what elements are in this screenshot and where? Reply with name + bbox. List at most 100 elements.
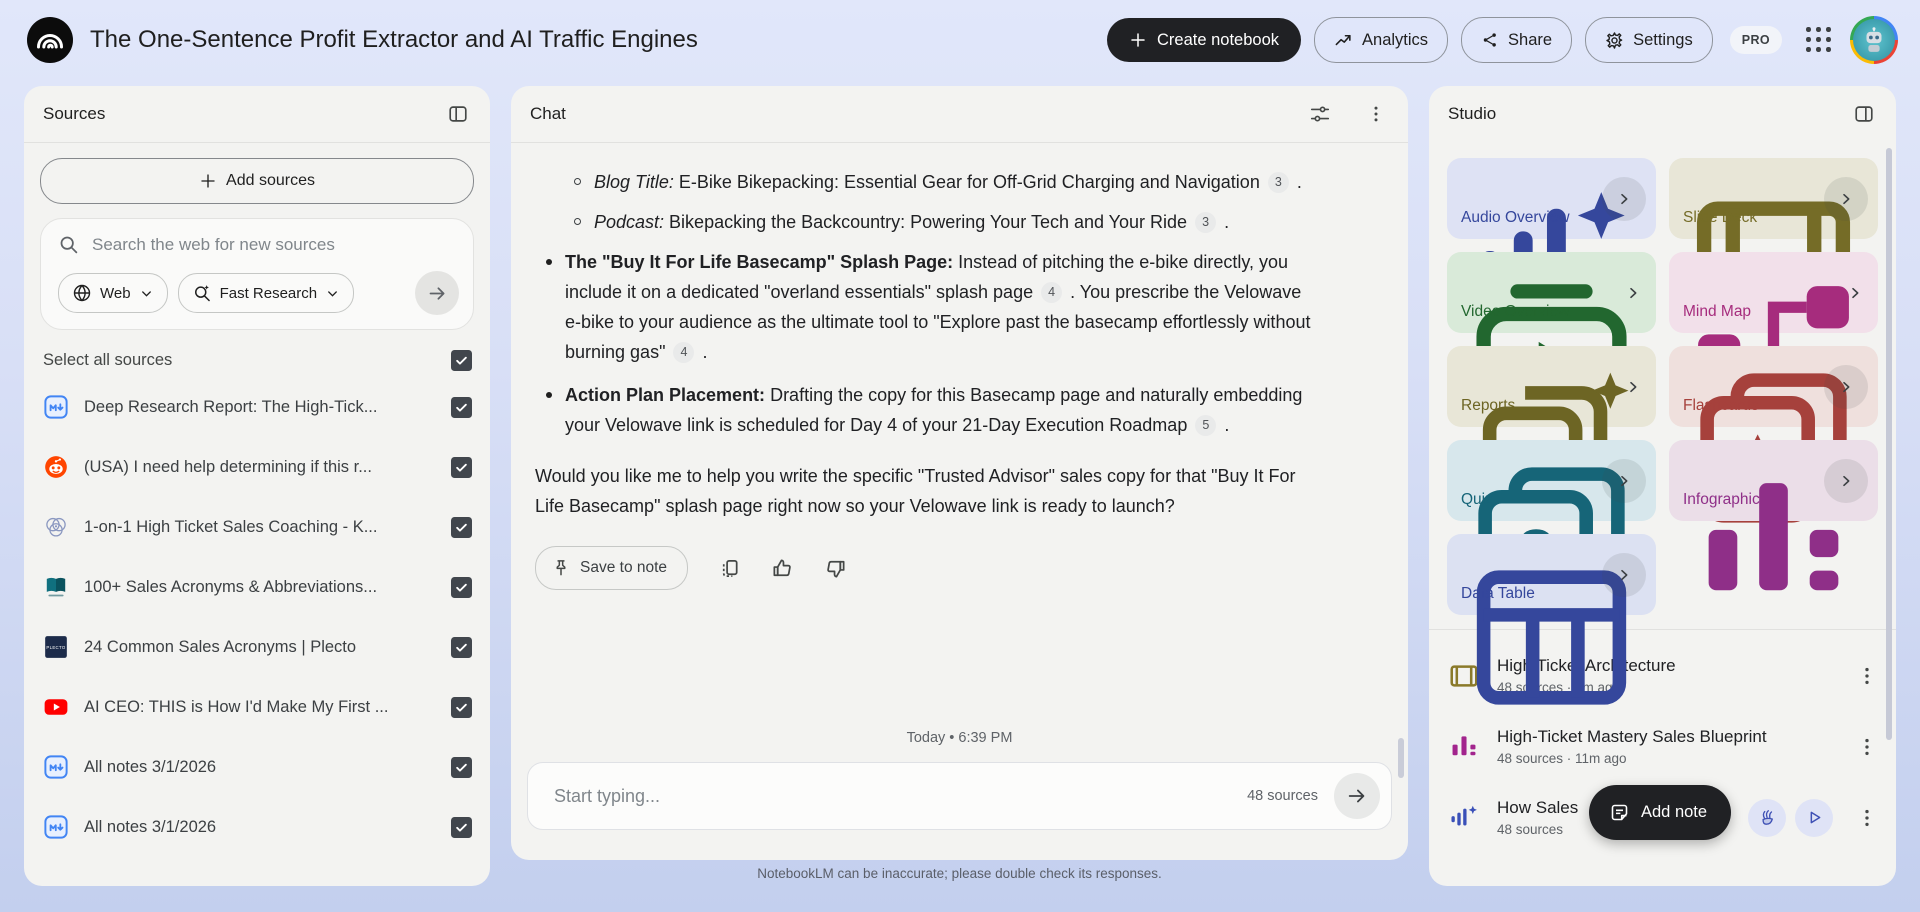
thumbs-up-icon[interactable] xyxy=(771,557,794,580)
pin-icon xyxy=(551,558,571,578)
chat-scrollbar[interactable] xyxy=(1398,738,1404,778)
chat-text-segment: E-Bike Bikepacking: Essential Gear for O… xyxy=(673,172,1265,192)
studio-tile-flashcards[interactable]: Flashcards xyxy=(1669,346,1878,523)
source-row[interactable]: 100+ Sales Acronyms & Abbreviations... xyxy=(24,557,490,617)
collapse-panel-icon[interactable] xyxy=(445,101,471,127)
play-button[interactable] xyxy=(1795,798,1833,837)
artifact-more-menu-icon[interactable] xyxy=(1856,807,1878,829)
create-notebook-button[interactable]: Create notebook xyxy=(1107,18,1302,62)
chat-more-menu-icon[interactable] xyxy=(1363,101,1389,127)
citation-chip[interactable]: 4 xyxy=(673,341,695,363)
notebooklm-logo-icon[interactable] xyxy=(26,16,74,64)
studio-tile-infographic[interactable]: Infographic xyxy=(1669,440,1878,591)
research-mode-dropdown[interactable]: Fast Research xyxy=(177,273,355,313)
source-count-label: 48 sources xyxy=(1247,788,1318,804)
notebook-title[interactable]: The One-Sentence Profit Extractor and AI… xyxy=(90,26,698,54)
source-row[interactable]: All notes 3/1/2026 xyxy=(24,737,490,797)
chat-text-segment: . xyxy=(1219,415,1230,435)
source-row[interactable]: AI CEO: THIS is How I'd Make My First ..… xyxy=(24,677,490,737)
source-checkbox[interactable] xyxy=(451,696,472,718)
doc-icon xyxy=(43,814,69,840)
add-note-button[interactable]: Add note xyxy=(1589,785,1732,840)
chat-timestamp: Today • 6:39 PM xyxy=(906,730,1013,746)
tile-label: Video Overview xyxy=(1461,303,1570,320)
share-button[interactable]: Share xyxy=(1461,17,1573,63)
chevron-right-icon[interactable] xyxy=(1602,552,1646,597)
studio-tile-data-table[interactable]: Data Table xyxy=(1447,534,1656,705)
account-avatar[interactable] xyxy=(1850,16,1898,64)
source-row[interactable]: PLECTO 24 Common Sales Acronyms | Plecto xyxy=(24,617,490,677)
studio-tile-mind-map[interactable]: Mind Map xyxy=(1669,252,1878,425)
web-search-input[interactable]: Search the web for new sources xyxy=(58,234,459,255)
source-row[interactable]: 1-on-1 High Ticket Sales Coaching - K... xyxy=(24,497,490,557)
send-button[interactable] xyxy=(1334,773,1380,819)
studio-tile-audio-overview[interactable]: Audio Overview xyxy=(1447,158,1656,304)
thumbs-down-icon[interactable] xyxy=(824,557,847,580)
chevron-right-icon[interactable] xyxy=(1625,285,1641,301)
source-checkbox[interactable] xyxy=(451,456,472,478)
analytics-button[interactable]: Analytics xyxy=(1314,17,1449,63)
artifact-more-menu-icon[interactable] xyxy=(1856,665,1878,687)
citation-chip[interactable]: 3 xyxy=(1267,171,1289,193)
add-sources-button[interactable]: Add sources xyxy=(40,158,474,204)
tile-label: Data Table xyxy=(1461,585,1535,602)
source-checkbox[interactable] xyxy=(451,816,472,838)
studio-tile-quiz[interactable]: ?Quiz xyxy=(1447,440,1656,617)
chevron-down-icon xyxy=(325,286,340,301)
chat-text: Podcast: Bikepacking the Backcountry: Po… xyxy=(594,207,1322,237)
settings-button[interactable]: Settings xyxy=(1585,17,1713,63)
studio-tile-video-overview[interactable]: Video Overview xyxy=(1447,252,1656,420)
list-marker xyxy=(546,259,552,265)
trending-up-icon xyxy=(1334,31,1353,50)
google-apps-icon[interactable] xyxy=(1806,27,1832,53)
copy-icon[interactable] xyxy=(718,557,741,580)
studio-tile-reports[interactable]: Reports xyxy=(1447,346,1656,519)
collapse-panel-icon[interactable] xyxy=(1851,101,1877,127)
source-checkbox[interactable] xyxy=(451,396,472,418)
chevron-right-icon[interactable] xyxy=(1625,379,1641,395)
select-all-sources-label: Select all sources xyxy=(43,351,173,369)
sources-panel-title: Sources xyxy=(43,104,106,123)
studio-scrollbar[interactable] xyxy=(1886,148,1892,740)
doc-icon xyxy=(43,394,69,420)
chevron-right-icon[interactable] xyxy=(1847,285,1863,301)
source-checkbox[interactable] xyxy=(451,756,472,778)
interactive-mode-button[interactable] xyxy=(1748,798,1786,837)
audio-icon xyxy=(1448,802,1480,834)
web-filter-dropdown[interactable]: Web xyxy=(58,273,168,313)
source-checkbox[interactable] xyxy=(451,516,472,538)
artifact-controls xyxy=(1748,798,1833,837)
studio-tile-slide-deck[interactable]: Slide Deck xyxy=(1669,158,1878,322)
chevron-right-icon[interactable] xyxy=(1824,458,1868,503)
top-bar: The One-Sentence Profit Extractor and AI… xyxy=(0,0,1920,80)
citation-chip[interactable]: 5 xyxy=(1195,414,1217,436)
reddit-icon xyxy=(43,454,69,480)
citation-chip[interactable]: 4 xyxy=(1041,281,1063,303)
source-row[interactable]: All notes 3/1/2026 xyxy=(24,797,490,857)
source-checkbox[interactable] xyxy=(451,636,472,658)
chat-input[interactable] xyxy=(552,784,1232,808)
chat-column: Chat Blog Title: E-Bike Bikepacking: Ess… xyxy=(511,86,1408,886)
artifact-more-menu-icon[interactable] xyxy=(1856,736,1878,758)
save-to-note-button[interactable]: Save to note xyxy=(535,546,689,590)
chevron-right-icon[interactable] xyxy=(1824,176,1868,221)
source-row[interactable]: Deep Research Report: The High-Tick... xyxy=(24,377,490,437)
chat-settings-icon[interactable] xyxy=(1307,101,1333,127)
artifact-text: High-Ticket Mastery Sales Blueprint 48 so… xyxy=(1497,727,1839,766)
source-checkbox[interactable] xyxy=(451,576,472,598)
chat-text-segment: The "Buy It For Life Basecamp" Splash Pa… xyxy=(565,252,954,272)
tile-label: Slide Deck xyxy=(1683,209,1758,226)
search-icon xyxy=(58,234,79,255)
chat-sub-bullet: Podcast: Bikepacking the Backcountry: Po… xyxy=(511,207,1408,237)
disclaimer-text: NotebookLM can be inaccurate; please dou… xyxy=(757,865,1162,881)
plus-icon xyxy=(199,172,217,190)
citation-chip[interactable]: 3 xyxy=(1195,211,1217,233)
chevron-right-icon[interactable] xyxy=(1602,458,1646,503)
source-row[interactable]: (USA) I need help determining if this r.… xyxy=(24,437,490,497)
select-all-checkbox[interactable] xyxy=(451,350,472,371)
search-submit-button[interactable] xyxy=(415,271,459,315)
chevron-right-icon[interactable] xyxy=(1602,176,1646,221)
chat-text: Action Plan Placement: Drafting the copy… xyxy=(565,380,1322,440)
chevron-right-icon[interactable] xyxy=(1824,364,1868,409)
tile-label: Reports xyxy=(1461,397,1516,414)
